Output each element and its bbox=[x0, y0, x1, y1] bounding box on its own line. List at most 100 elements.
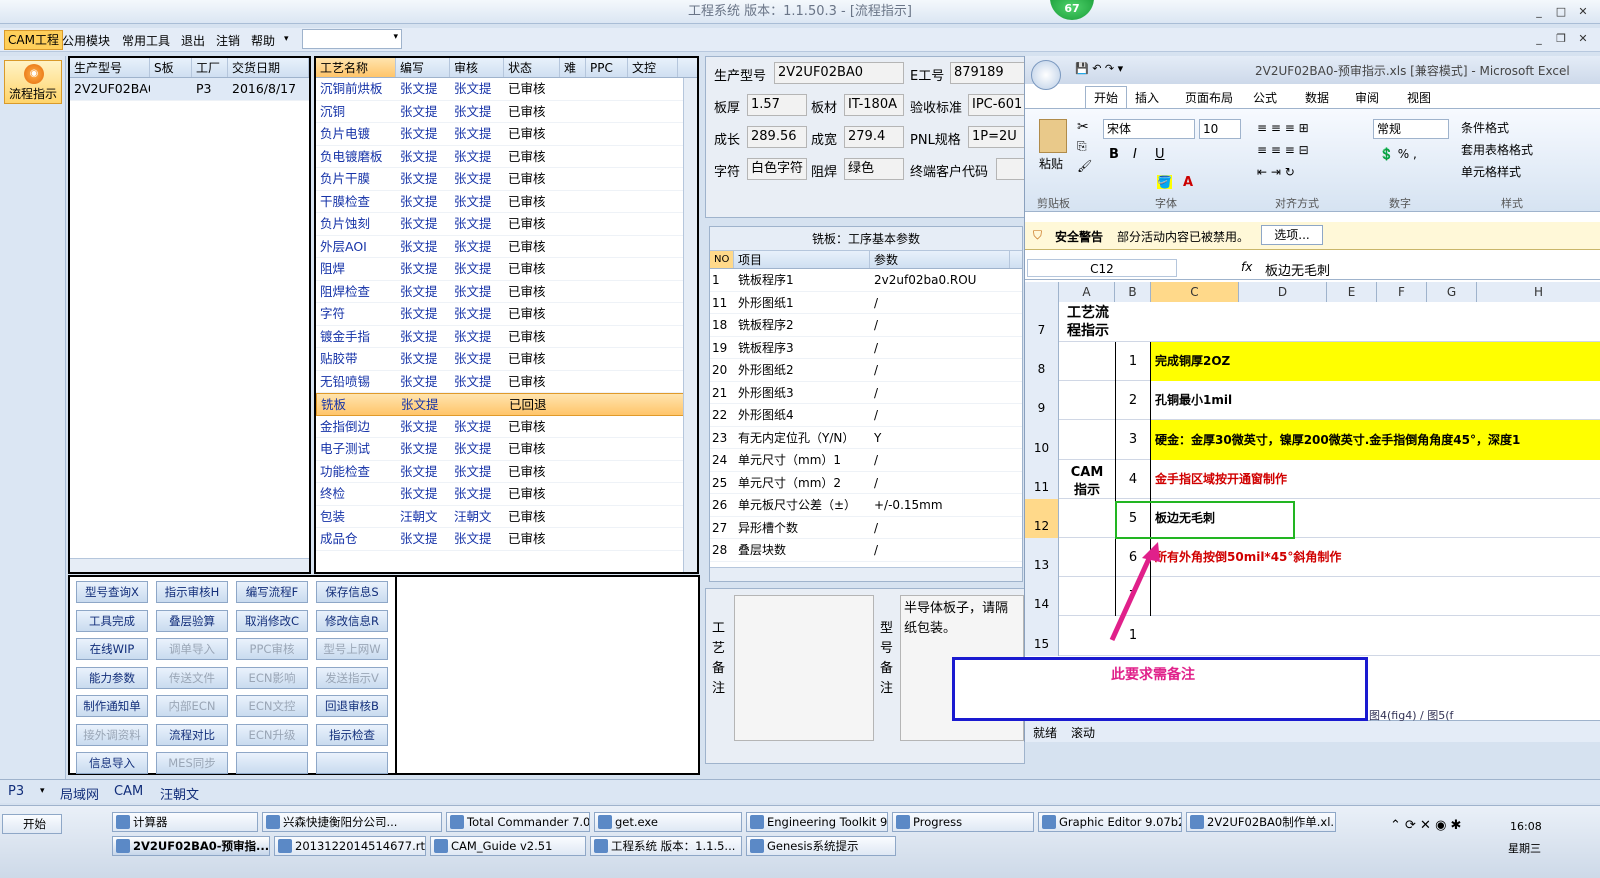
model-field[interactable]: 2V2UF02BA0 bbox=[774, 62, 904, 84]
font-color-icon[interactable]: A bbox=[1183, 175, 1193, 190]
table-row[interactable]: 干膜检查 张文提 张文提 已审核 bbox=[316, 191, 697, 213]
function-button[interactable]: ECN影响 bbox=[236, 666, 308, 689]
table-row[interactable]: 24 单元尺寸（mm）1 / bbox=[710, 449, 1022, 472]
table-row[interactable]: 19 铣板程序3 / bbox=[710, 337, 1022, 359]
table-row[interactable]: 成品仓 张文提 张文提 已审核 bbox=[316, 528, 697, 551]
taskbar-item[interactable]: Graphic Editor 9.07b2 ... bbox=[1038, 812, 1182, 832]
table-row[interactable]: 金指倒边 张文提 张文提 已审核 bbox=[316, 416, 697, 438]
function-button[interactable]: 信息导入 bbox=[76, 752, 148, 774]
menu-cam[interactable]: CAM工程 bbox=[4, 30, 63, 50]
column-header[interactable]: H bbox=[1477, 282, 1600, 302]
function-button[interactable]: 内部ECN bbox=[156, 695, 228, 717]
menu-exit[interactable]: 退出 bbox=[181, 32, 205, 49]
table-row[interactable]: 2V2UF02BA0 P3 2016/8/17 bbox=[70, 78, 309, 101]
material-field[interactable]: IT-180A bbox=[844, 94, 904, 116]
column-header[interactable]: C bbox=[1151, 282, 1239, 302]
ribbon-tab[interactable]: 插入 bbox=[1135, 89, 1159, 106]
table-row[interactable]: 25 单元尺寸（mm）2 / bbox=[710, 472, 1022, 494]
name-box[interactable]: C12 bbox=[1027, 259, 1177, 277]
column-header[interactable]: 审核 bbox=[450, 58, 504, 77]
function-button[interactable]: 指示检查 bbox=[316, 723, 388, 746]
employee-id-field[interactable]: 879189 bbox=[950, 62, 1026, 84]
table-row[interactable]: 1 铣板程序1 2v2uf02ba0.ROU bbox=[710, 269, 1022, 292]
function-button[interactable]: PPC审核 bbox=[236, 638, 308, 660]
menu-combo-box[interactable]: ▾ bbox=[302, 29, 402, 49]
table-row[interactable]: 终检 张文提 张文提 已审核 bbox=[316, 483, 697, 506]
table-row[interactable]: 负片干膜 张文提 张文提 已审核 bbox=[316, 168, 697, 191]
function-button[interactable]: 编写流程F bbox=[236, 581, 308, 603]
menu-tools[interactable]: 常用工具 bbox=[122, 32, 170, 49]
function-button[interactable]: 型号查询X bbox=[76, 581, 148, 603]
sheet-cell[interactable] bbox=[1151, 302, 1600, 342]
bold-icon[interactable]: B bbox=[1109, 147, 1119, 162]
table-row[interactable]: 功能检查 张文提 张文提 已审核 bbox=[316, 461, 697, 483]
row-header[interactable]: 14 bbox=[1025, 577, 1059, 616]
chevron-down-icon[interactable]: ▾ bbox=[284, 34, 289, 44]
table-row[interactable]: 27 异形槽个数 / bbox=[710, 517, 1022, 539]
ribbon-tab[interactable]: 页面布局 bbox=[1185, 89, 1233, 106]
column-header[interactable]: G bbox=[1427, 282, 1477, 302]
column-header[interactable]: 参数 bbox=[870, 251, 1010, 268]
mdi-close-button[interactable]: ✕ bbox=[1572, 32, 1594, 45]
menu-logout[interactable]: 注销 bbox=[216, 32, 240, 49]
taskbar-item[interactable]: 20131220145146​77.rtf [... bbox=[274, 836, 426, 856]
sheet-cell[interactable]: 所有外角按倒50mil*45°斜角制作 bbox=[1151, 538, 1600, 577]
sheet-cell[interactable]: 4 bbox=[1115, 460, 1151, 499]
column-header[interactable]: 项目 bbox=[734, 251, 870, 268]
sheet-cell[interactable]: 完成铜厚2OZ bbox=[1151, 342, 1600, 381]
function-button[interactable]: 发送指示V bbox=[316, 666, 388, 689]
ribbon-tab[interactable]: 数据 bbox=[1305, 89, 1329, 106]
process-remark-textarea[interactable] bbox=[734, 595, 874, 741]
ribbon-tab[interactable]: 视图 bbox=[1407, 89, 1431, 106]
ribbon-tab[interactable]: 公式 bbox=[1253, 89, 1277, 106]
table-row[interactable]: 贴胶带 张文提 张文提 已审核 bbox=[316, 348, 697, 371]
vertical-scrollbar[interactable] bbox=[683, 78, 697, 572]
italic-icon[interactable]: I bbox=[1133, 147, 1137, 162]
horizontal-scrollbar[interactable] bbox=[710, 567, 1022, 581]
column-header[interactable]: S板 bbox=[150, 58, 192, 77]
column-header[interactable]: 状态 bbox=[504, 58, 560, 77]
column-header[interactable]: PPC bbox=[586, 58, 628, 77]
table-row[interactable]: 铣板 张文提 已回退 bbox=[316, 393, 697, 416]
function-button[interactable]: 叠层验算 bbox=[156, 609, 228, 632]
function-button[interactable]: 流程对比 bbox=[156, 723, 228, 746]
table-row[interactable]: 18 铣板程序2 / bbox=[710, 314, 1022, 337]
table-row[interactable]: 28 叠层块数 / bbox=[710, 539, 1022, 562]
taskbar-item[interactable]: 2V2UF02BA0制作单.xl... bbox=[1186, 812, 1336, 832]
function-button[interactable]: 取消修改C bbox=[236, 609, 308, 632]
taskbar-item[interactable]: Genesis系统提示 bbox=[746, 836, 896, 856]
acceptance-standard-field[interactable]: IPC-601 bbox=[968, 94, 1026, 116]
soldermask-field[interactable]: 绿色 bbox=[844, 158, 904, 180]
pnl-field[interactable]: 1P=2U bbox=[968, 126, 1026, 148]
row-header[interactable]: 13 bbox=[1025, 538, 1059, 577]
column-header[interactable]: 工厂 bbox=[192, 58, 228, 77]
table-row[interactable]: 无铅喷锡 张文提 张文提 已审核 bbox=[316, 371, 697, 393]
table-row[interactable]: 26 单元板尺寸公差（±） +/-0.15mm bbox=[710, 494, 1022, 517]
number-format-select[interactable]: 常规 bbox=[1373, 119, 1449, 139]
sheet-cell[interactable]: 金手指区域按开通窗制作 bbox=[1151, 460, 1600, 499]
table-row[interactable]: 11 外形图纸1 / bbox=[710, 292, 1022, 314]
format-painter-icon[interactable]: 🖌 bbox=[1077, 159, 1092, 173]
table-row[interactable]: 阻焊 张文提 张文提 已审核 bbox=[316, 258, 697, 281]
row-header[interactable]: 15 bbox=[1025, 616, 1059, 656]
menu-help[interactable]: 帮助 bbox=[251, 32, 275, 49]
font-name-select[interactable]: 宋体 bbox=[1103, 119, 1195, 139]
column-header[interactable]: NO bbox=[710, 251, 734, 268]
function-icon[interactable]: fx bbox=[1241, 260, 1252, 274]
column-header[interactable]: A bbox=[1059, 282, 1115, 302]
ribbon-tab[interactable]: 审阅 bbox=[1355, 89, 1379, 106]
mdi-restore-button[interactable]: ❐ bbox=[1550, 32, 1572, 45]
office-button-icon[interactable] bbox=[1031, 60, 1061, 90]
table-row[interactable]: 23 有无内定位孔（Y/N） Y bbox=[710, 427, 1022, 449]
taskbar-item[interactable]: Progress bbox=[892, 812, 1034, 832]
table-row[interactable]: 外层AOI 张文提 张文提 已审核 bbox=[316, 236, 697, 258]
taskbar-item[interactable]: 兴森快捷衡阳分公司... bbox=[262, 812, 442, 832]
column-header[interactable]: B bbox=[1115, 282, 1151, 302]
table-row[interactable]: 阻焊检查 张文提 张文提 已审核 bbox=[316, 281, 697, 303]
taskbar-item[interactable]: CAM_Guide v2.51 bbox=[430, 836, 586, 856]
width-field[interactable]: 279.4 bbox=[844, 126, 904, 148]
function-button[interactable] bbox=[316, 752, 388, 774]
ribbon-tab[interactable]: 开始 bbox=[1085, 86, 1128, 108]
function-button[interactable]: 在线WIP bbox=[76, 638, 148, 660]
sheet-cell[interactable]: 1 bbox=[1115, 342, 1151, 381]
